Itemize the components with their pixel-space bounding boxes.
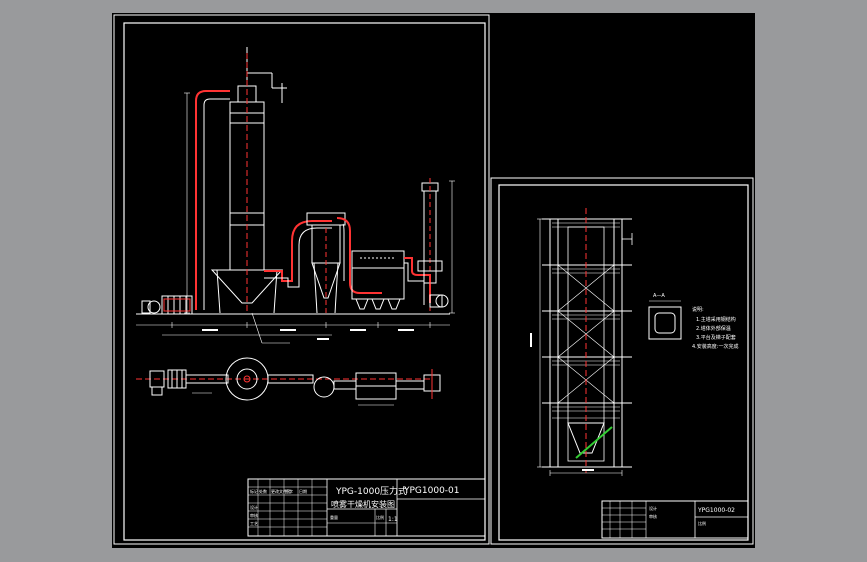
dimension-lines xyxy=(136,92,455,344)
highlighted-brace xyxy=(575,426,613,459)
sheet-2: A—A 说明: 1.主塔采用钢结构 2.塔体外部保温 3.平台及梯子配套 4.安… xyxy=(490,177,754,545)
cad-viewport[interactable]: YPG-1000压力式 喷雾干燥机安装图 YPG1000-01 1:1 标记 处… xyxy=(112,13,755,548)
sheet2-inner-frame xyxy=(498,184,749,541)
note-line-4: 4.安装高度:一次完成 xyxy=(692,343,738,350)
notes-block: 说明: 1.主塔采用钢结构 2.塔体外部保温 3.平台及梯子配套 4.安装高度:… xyxy=(692,306,738,350)
title-block-1: YPG-1000压力式 喷雾干燥机安装图 YPG1000-01 1:1 标记 处… xyxy=(247,478,486,537)
dimension-ticks xyxy=(202,329,414,340)
cell-label-scale: 比例 xyxy=(376,514,384,520)
sheet-1: YPG-1000压力式 喷雾干燥机安装图 YPG1000-01 1:1 标记 处… xyxy=(113,14,490,545)
tower-to-cyclone-duct xyxy=(264,220,332,288)
title-block-2: YPG1000-02 设计 审核 比例 xyxy=(601,500,749,539)
cyclone-to-filter-duct xyxy=(336,217,382,294)
note-line-2: 2.塔体外部保温 xyxy=(696,325,731,332)
hot-air-duct xyxy=(195,90,230,310)
drawing-canvas: YPG-1000压力式 喷雾干燥机安装图 YPG1000-01 1:1 标记 处… xyxy=(113,14,754,545)
cell-label-design: 设计 xyxy=(250,504,258,510)
title-line-1: YPG-1000压力式 xyxy=(335,485,407,497)
drying-tower xyxy=(210,47,287,314)
drawing-number-2: YPG1000-02 xyxy=(697,507,735,514)
section-detail xyxy=(648,300,682,340)
exhaust-duct xyxy=(404,257,431,305)
scale-value: 1:1 xyxy=(388,516,398,523)
cell-label-weight: 重量 xyxy=(330,514,338,520)
bag-filter xyxy=(351,250,405,310)
cell-label-mark: 标记 xyxy=(250,488,258,494)
plan-view xyxy=(136,357,441,406)
cell2-label-design: 设计 xyxy=(649,505,657,511)
note-line-1: 1.主塔采用钢结构 xyxy=(696,316,736,323)
note-line-3: 3.平台及梯子配套 xyxy=(696,334,736,341)
cell-label-date: 日期 xyxy=(299,488,307,494)
exhaust-chimney xyxy=(417,178,449,313)
sheet1-outer-frame xyxy=(113,14,490,545)
steel-structure xyxy=(542,218,632,468)
cell-label-process: 工艺 xyxy=(250,521,258,526)
cell-label-count: 处数 xyxy=(259,488,267,494)
height-dim-text xyxy=(530,333,532,347)
section-label: A—A xyxy=(653,293,665,299)
cell2-label-review: 审核 xyxy=(649,513,657,519)
title-line-2: 喷雾干燥机安装图 xyxy=(331,499,395,509)
drawing-number-1: YPG1000-01 xyxy=(403,486,460,496)
cell2-label-scale: 比例 xyxy=(698,520,706,526)
cell-label-sign: 签字 xyxy=(285,488,293,494)
notes-heading: 说明: xyxy=(692,306,704,313)
width-dim-text xyxy=(582,469,594,471)
cell-label-review: 审核 xyxy=(250,512,258,518)
